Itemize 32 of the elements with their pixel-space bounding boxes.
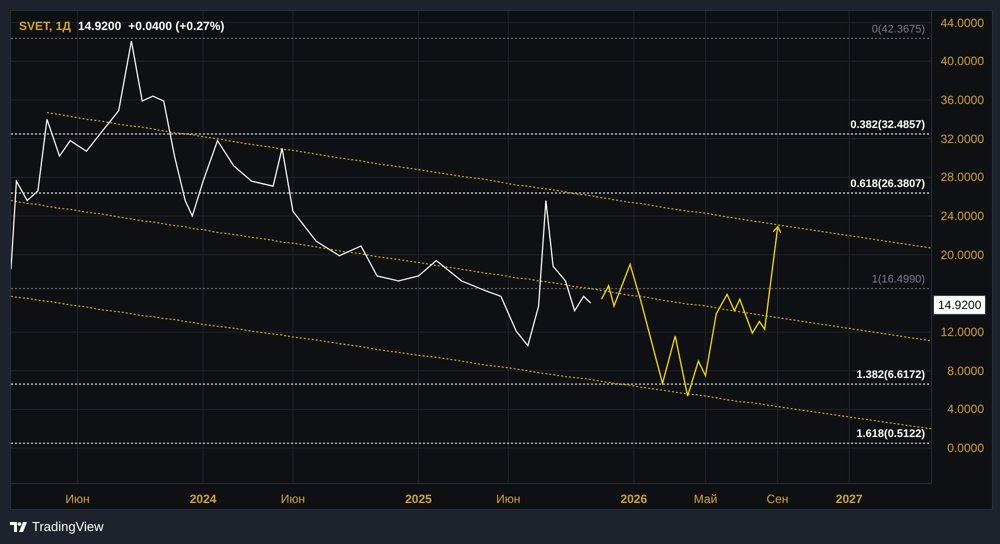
fib-level-label: 1.618(0.5122) bbox=[856, 428, 925, 440]
fib-level-label: 1.382(6.6172) bbox=[856, 369, 925, 382]
fib-level-label: 0.382(32.4857) bbox=[850, 118, 925, 131]
price-axis-label: 4.0000 bbox=[947, 403, 984, 416]
price-axis-label: 24.0000 bbox=[940, 210, 984, 222]
time-axis-label: Сен bbox=[766, 491, 788, 508]
price-axis-label: 44.0000 bbox=[940, 16, 984, 29]
fib-level-label: 1(16.4990) bbox=[872, 274, 925, 286]
price-axis-label: 36.0000 bbox=[940, 94, 984, 106]
time-axis-label: Июн bbox=[65, 491, 90, 508]
brand-name: TradingView bbox=[32, 518, 104, 536]
price-change: +0.0400 (+0.27%) bbox=[128, 18, 224, 35]
logo-icon bbox=[10, 522, 28, 532]
price-axis-label: 0.0000 bbox=[947, 442, 984, 454]
time-axis-label: Июн bbox=[496, 491, 520, 508]
price-axis-label: 28.0000 bbox=[940, 171, 984, 184]
time-axis-label: 2024 bbox=[190, 491, 216, 508]
current-price-badge: 14.9200 bbox=[933, 294, 986, 315]
price-axis-label: 8.0000 bbox=[947, 364, 984, 377]
price-axis-label: 12.0000 bbox=[940, 326, 984, 338]
time-axis-label: 2025 bbox=[405, 491, 432, 508]
price-axis-label: 20.0000 bbox=[940, 248, 984, 261]
time-axis-label: 2027 bbox=[836, 491, 862, 508]
last-price: 14.9200 bbox=[78, 18, 122, 35]
fib-level-label: 0.618(26.3807) bbox=[850, 178, 925, 190]
symbol-label: SVET, 1Д bbox=[19, 18, 71, 35]
time-axis-label: Июн bbox=[280, 491, 306, 508]
price-axis-label: 32.0000 bbox=[940, 132, 984, 145]
time-axis-label: Май bbox=[694, 491, 718, 508]
price-axis-label: 40.0000 bbox=[940, 55, 984, 68]
time-axis-label: 2026 bbox=[620, 491, 648, 508]
fib-level-label: 0(42.3675) bbox=[872, 23, 925, 36]
